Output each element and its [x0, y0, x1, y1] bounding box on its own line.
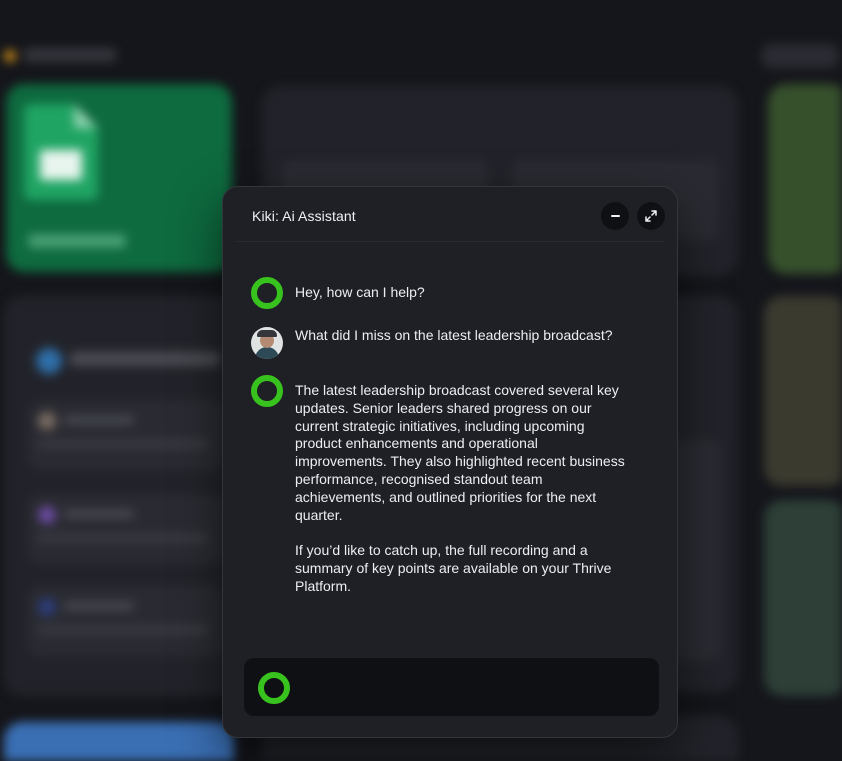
blurred-breadcrumb	[24, 48, 116, 62]
green-ring-icon	[251, 375, 283, 407]
blurred-feed-item	[28, 586, 224, 656]
spreadsheet-icon	[24, 104, 98, 200]
green-ring-icon	[258, 672, 290, 704]
blurred-image-card	[4, 722, 234, 761]
star-icon	[4, 50, 16, 62]
blurred-feed-item	[28, 400, 224, 470]
expand-button[interactable]	[637, 202, 665, 230]
blurred-toolbar-pill	[762, 44, 838, 68]
blurred-image-card	[764, 500, 842, 696]
message-input[interactable]	[302, 658, 642, 716]
blurred-feed-title	[70, 352, 220, 366]
blurred-image-card	[768, 84, 842, 274]
user-photo	[251, 327, 283, 359]
user-avatar	[251, 327, 283, 359]
ai-assistant-panel: Kiki: Ai Assistant Hey, how can I help? …	[222, 186, 678, 738]
blurred-logo-icon	[36, 348, 62, 374]
message-text: The latest leadership broadcast covered …	[295, 382, 625, 594]
blurred-spreadsheet-card	[6, 84, 232, 272]
app-screen: Kiki: Ai Assistant Hey, how can I help? …	[0, 0, 842, 761]
blurred-card-label	[28, 234, 126, 248]
assistant-avatar	[251, 277, 283, 309]
message-text: What did I miss on the latest leadership…	[295, 327, 613, 343]
assistant-avatar	[251, 375, 283, 407]
minus-icon	[610, 215, 620, 217]
message-text: Hey, how can I help?	[295, 284, 425, 300]
header-divider	[235, 241, 665, 242]
green-ring-icon	[251, 277, 283, 309]
message-composer[interactable]	[244, 658, 659, 716]
blurred-image-card	[764, 296, 842, 486]
panel-title: Kiki: Ai Assistant	[252, 208, 356, 224]
blurred-feed-item	[28, 494, 224, 564]
expand-arrows-icon	[645, 210, 657, 222]
minimize-button[interactable]	[601, 202, 629, 230]
